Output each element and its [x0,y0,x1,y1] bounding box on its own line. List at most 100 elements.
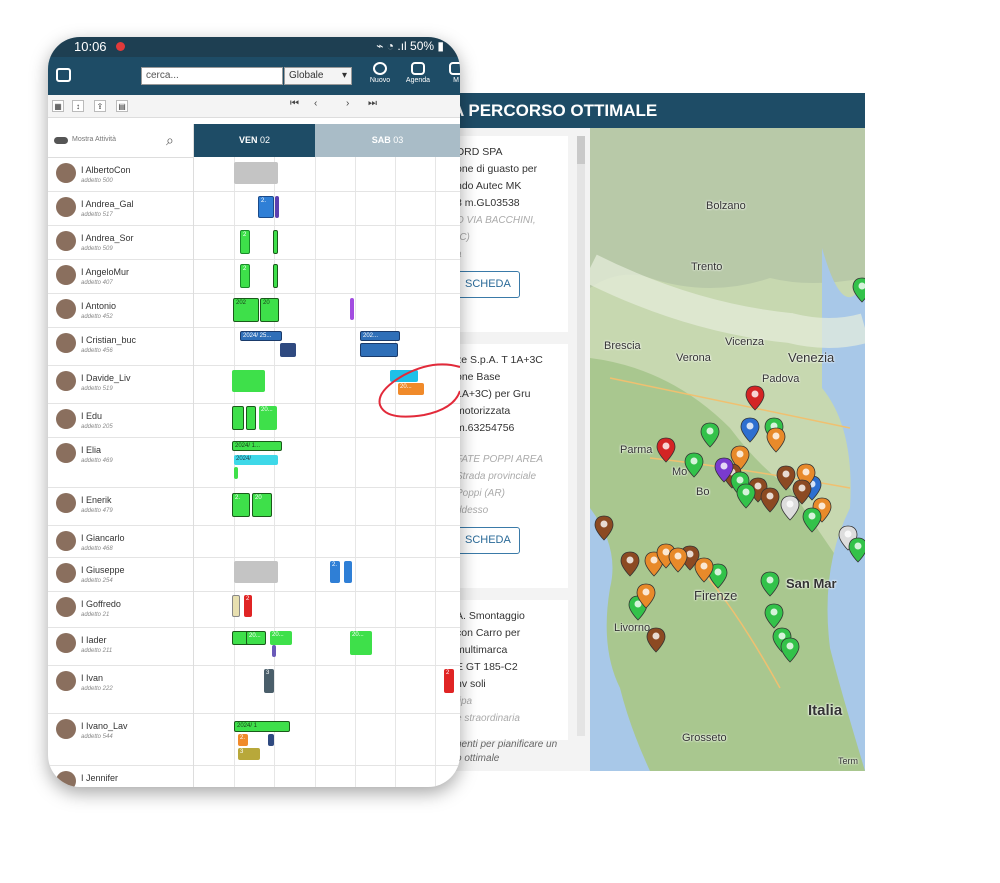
route-map-panel: A PERCORSO OTTIMALE ORD SPA one di guast… [440,93,865,771]
activity-block[interactable] [360,343,398,357]
activity-block[interactable] [275,196,279,218]
upload-icon[interactable]: ⇪ [94,100,106,112]
activity-block[interactable]: 20 [252,493,272,517]
activity-block[interactable] [232,406,244,430]
employee-cell: I Iader addetto 211 [48,627,194,665]
employee-name: I Andrea_Sor [81,233,134,243]
employee-name: I Giancarlo [81,533,125,543]
employee-cell: I Goffredo addetto 21 [48,591,194,627]
job-address: FATE POPPI AREA [456,454,544,465]
more-button[interactable]: M [437,62,460,92]
activity-block[interactable]: 2024/ 25... [240,331,282,341]
activity-block[interactable]: 20... [246,631,266,645]
avatar [56,409,76,429]
job-line: multimarca [456,644,508,656]
activity-block[interactable] [350,298,354,320]
activity-block[interactable]: 2. [238,734,248,746]
scrollbar-thumb[interactable] [577,136,585,164]
job-line: ndo Autec MK [456,180,522,192]
notification-icon [116,42,125,51]
employee-name: I Jennifer [81,773,119,783]
activity-block[interactable]: 20... [350,631,372,655]
employee-name: I Andrea_Gal [81,199,134,209]
employee-name: I Elia [81,445,102,455]
employee-name: I Davide_Liv [81,373,131,383]
activity-block[interactable]: 2024/ 1... [232,441,282,451]
job-list-scrollbar[interactable] [577,136,585,736]
prev-page-icon[interactable]: ‹ [314,98,317,109]
table-row[interactable]: I Andrea_Galaddetto 517 [48,191,460,226]
activity-block[interactable]: 2024/ 1 [234,721,290,732]
activity-block[interactable]: 2. [258,196,274,218]
activity-block[interactable]: 20... [270,631,292,645]
agenda-button[interactable]: Agenda [399,62,437,92]
job-address: a [456,246,568,263]
activity-block[interactable]: 20 [260,298,279,322]
activity-block[interactable] [234,467,238,479]
job-address: tipa [456,696,473,707]
activity-block[interactable] [272,645,276,657]
table-row[interactable]: I Ivan addetto 222 [48,665,460,714]
first-page-icon[interactable]: ⏮ [290,98,299,109]
activity-toggle[interactable] [54,137,68,144]
activity-block[interactable] [280,343,296,357]
activity-block[interactable]: 2 [244,595,252,617]
activity-block[interactable] [234,162,278,184]
status-bar: 10:06 ⌁ ◔ .ıl 50% ▮ [48,37,460,57]
table-row[interactable]: I AngeloMur addetto 407 [48,259,460,294]
search-input[interactable]: cerca... [141,67,283,85]
avatar [56,299,76,319]
table-row[interactable]: I Andrea_Soraddetto 509 [48,225,460,260]
activity-block[interactable]: 202... [360,331,400,341]
footer-line: nenti per pianificare un [456,739,558,750]
activity-block[interactable] [273,230,278,254]
employee-id: addetto 517 [81,212,113,218]
search-icon[interactable]: ⌕ [166,132,174,149]
activity-block[interactable] [344,561,352,583]
job-list[interactable]: ORD SPA one di guasto per ndo Autec MK 8… [440,128,590,771]
table-row[interactable]: I Giancarlo addetto 468 [48,525,460,558]
activity-block[interactable] [246,406,256,430]
employee-id: addetto 509 [81,246,113,252]
activity-block[interactable]: 202 [233,298,259,322]
activity-block[interactable]: 3 [238,748,260,760]
activity-block[interactable] [234,561,278,583]
sort-icon[interactable]: ↕ [72,100,84,112]
activity-block[interactable]: 20... [259,406,277,430]
employee-cell: I Ivano_Lav addetto 544 [48,713,194,765]
activity-block[interactable]: 2024/ [234,455,278,465]
day-column-sab[interactable]: SAB 03 [315,124,460,157]
table-row[interactable]: I Jennifer [48,765,460,787]
calendar-icon[interactable] [56,68,71,82]
phone-frame: 10:06 ⌁ ◔ .ıl 50% ▮ cerca... Globale ▾ Nu… [48,37,460,787]
activity-block[interactable]: 2 [240,264,250,288]
employee-name: I Edu [81,411,103,421]
day-column-ven[interactable]: VEN 02 [194,124,315,157]
activity-block[interactable]: 2 [444,669,454,693]
scheda-button[interactable]: SCHEDA [456,527,520,554]
activity-block[interactable]: 3 [264,669,274,693]
new-label: Nuovo [369,77,391,84]
table-row[interactable]: I Goffredo addetto 21 [48,591,460,628]
activity-block[interactable] [273,264,278,288]
avatar [56,443,76,463]
battery-level: ⌁ ◔ .ıl 50% ▮ [376,39,444,53]
next-page-icon[interactable]: › [346,98,349,109]
activity-block[interactable] [268,734,274,746]
new-button[interactable]: Nuovo [361,62,399,92]
activity-block[interactable] [232,595,240,617]
activity-block[interactable]: 2. [232,493,250,517]
day-label: SAB [371,135,391,145]
job-address: e straordinaria [456,713,520,724]
map-view[interactable]: Bolzano Trento Brescia Verona Vicenza Ve… [590,128,865,771]
grid-view-icon[interactable]: ▦ [52,100,64,112]
scheda-button[interactable]: SCHEDA [456,271,520,298]
last-page-icon[interactable]: ⏭ [368,98,377,109]
activity-block[interactable]: 2. [330,561,340,583]
activity-block[interactable]: 2 [240,230,250,254]
activity-block[interactable] [232,370,265,392]
job-line: one di guasto per [456,163,538,175]
employee-cell: I Elia addetto 469 [48,437,194,487]
print-icon[interactable]: ▤ [116,100,128,112]
scope-select[interactable]: Globale ▾ [284,67,352,85]
